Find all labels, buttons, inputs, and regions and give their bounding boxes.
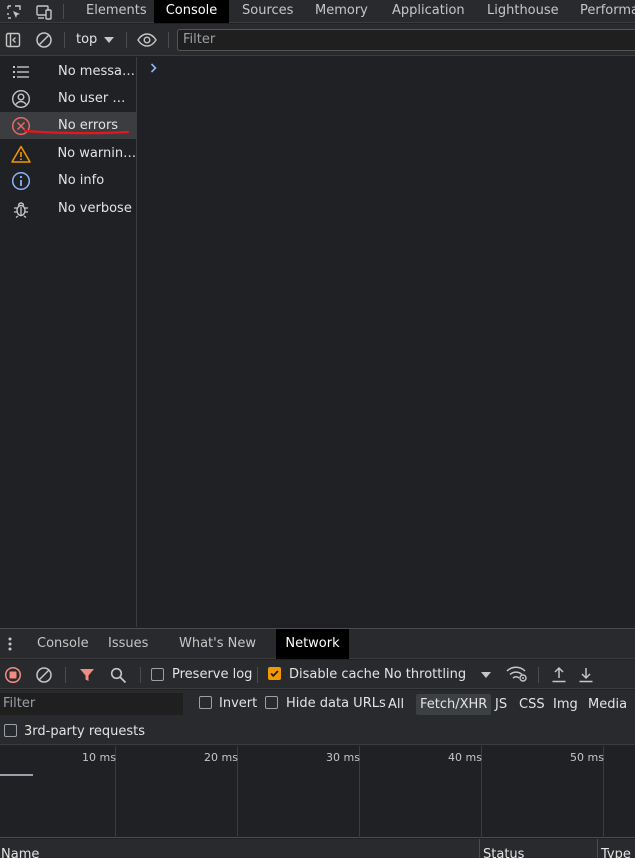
timeline-marker xyxy=(0,774,33,776)
eye-icon[interactable] xyxy=(136,30,158,50)
hide-data-urls-checkbox[interactable] xyxy=(265,696,278,709)
drawer-tab-network[interactable]: Network xyxy=(276,629,349,659)
sidebar-item-user-messages[interactable]: No user m... xyxy=(0,85,137,112)
more-options-icon[interactable] xyxy=(4,635,16,653)
tab-application[interactable]: Application xyxy=(380,0,477,23)
type-filter-js[interactable]: JS xyxy=(491,694,511,715)
console-prompt-icon xyxy=(148,61,160,75)
search-icon[interactable] xyxy=(108,665,128,685)
type-filter-all[interactable]: All xyxy=(384,694,408,715)
network-filter-input[interactable]: Filter xyxy=(0,693,183,715)
column-type[interactable]: Type xyxy=(601,847,631,858)
devtools-tab-bar: Elements Console Sources Memory Applicat… xyxy=(0,0,635,23)
sidebar-item-info[interactable]: No info xyxy=(0,167,137,194)
tab-elements[interactable]: Elements xyxy=(74,0,159,23)
column-name[interactable]: Name xyxy=(1,847,39,858)
tab-memory[interactable]: Memory xyxy=(303,0,380,23)
third-party-row: 3rd-party requests xyxy=(0,718,635,745)
tab-console[interactable]: Console xyxy=(154,0,229,23)
tab-performance[interactable]: Performa xyxy=(568,0,635,23)
timeline-label: 10 ms xyxy=(82,751,116,764)
sidebar-item-warnings[interactable]: No warnings xyxy=(0,140,137,167)
network-filter-bar: Filter Invert Hide data URLs All Fetch/X… xyxy=(0,690,635,718)
console-filter-input[interactable]: Filter xyxy=(177,29,635,51)
warning-icon xyxy=(0,145,57,163)
timeline-label: 20 ms xyxy=(204,751,238,764)
export-har-icon[interactable] xyxy=(576,664,596,684)
drawer-tab-whats-new[interactable]: What's New xyxy=(167,629,268,659)
invert-checkbox[interactable] xyxy=(199,696,212,709)
preserve-log-checkbox[interactable] xyxy=(151,668,164,681)
sidebar-item-messages[interactable]: No messag... xyxy=(0,58,137,85)
console-output[interactable] xyxy=(138,57,635,627)
column-status[interactable]: Status xyxy=(483,847,524,858)
disable-cache-label: Disable cache xyxy=(289,667,380,682)
console-toolbar: top Filter xyxy=(0,24,635,56)
invert-label: Invert xyxy=(219,696,258,711)
drawer-tab-console[interactable]: Console xyxy=(25,629,101,659)
sidebar-item-verbose[interactable]: No verbose xyxy=(0,195,137,222)
third-party-label: 3rd-party requests xyxy=(24,724,146,739)
type-filter-fetch-xhr[interactable]: Fetch/XHR xyxy=(416,694,492,715)
timeline-label: 40 ms xyxy=(448,751,482,764)
third-party-checkbox[interactable] xyxy=(4,724,17,737)
list-icon xyxy=(0,65,58,79)
sidebar-item-label: No verbose xyxy=(58,201,132,216)
drawer-tab-bar: Console Issues What's New Network xyxy=(0,628,635,659)
network-overview-timeline[interactable]: 10 ms 20 ms 30 ms 40 ms 50 ms xyxy=(0,746,635,838)
context-selector[interactable]: top xyxy=(76,32,97,47)
import-har-icon[interactable] xyxy=(549,664,569,684)
device-toolbar-icon[interactable] xyxy=(33,2,55,21)
type-filter-media[interactable]: Media xyxy=(584,694,631,715)
sidebar-item-label: No messag... xyxy=(58,64,136,79)
disable-cache-checkbox[interactable] xyxy=(268,667,281,680)
hide-data-urls-label: Hide data URLs xyxy=(286,696,386,711)
filter-funnel-icon[interactable] xyxy=(77,665,97,685)
sidebar-item-label: No info xyxy=(58,173,105,188)
network-table-header: Name Status Type xyxy=(0,839,635,858)
type-filter-img[interactable]: Img xyxy=(549,694,582,715)
drawer-tab-issues[interactable]: Issues xyxy=(96,629,160,659)
type-filter-css[interactable]: CSS xyxy=(515,694,549,715)
tab-lighthouse[interactable]: Lighthouse xyxy=(475,0,571,23)
chevron-down-icon[interactable] xyxy=(480,669,492,681)
bug-icon xyxy=(0,200,58,218)
preserve-log-label: Preserve log xyxy=(172,667,253,682)
network-toolbar: Preserve log Disable cache No throttling xyxy=(0,660,635,689)
inspect-element-icon[interactable] xyxy=(4,2,24,21)
timeline-label: 30 ms xyxy=(326,751,360,764)
sidebar-item-label: No warnings xyxy=(57,146,137,161)
throttling-select[interactable]: No throttling xyxy=(384,667,466,682)
red-underline-annotation xyxy=(24,129,130,135)
timeline-label: 50 ms xyxy=(570,751,604,764)
tab-sources[interactable]: Sources xyxy=(230,0,305,23)
sidebar-item-label: No user m... xyxy=(58,91,136,106)
sidebar-toggle-icon[interactable] xyxy=(3,30,23,50)
console-sidebar: No messag... No user m... No errors No w… xyxy=(0,57,137,627)
clear-network-icon[interactable] xyxy=(34,665,54,685)
chevron-down-icon[interactable] xyxy=(103,34,115,46)
user-icon xyxy=(0,89,58,109)
clear-console-icon[interactable] xyxy=(34,30,54,50)
record-stop-icon[interactable] xyxy=(3,665,23,685)
info-icon xyxy=(0,171,58,191)
network-conditions-icon[interactable] xyxy=(505,664,529,684)
